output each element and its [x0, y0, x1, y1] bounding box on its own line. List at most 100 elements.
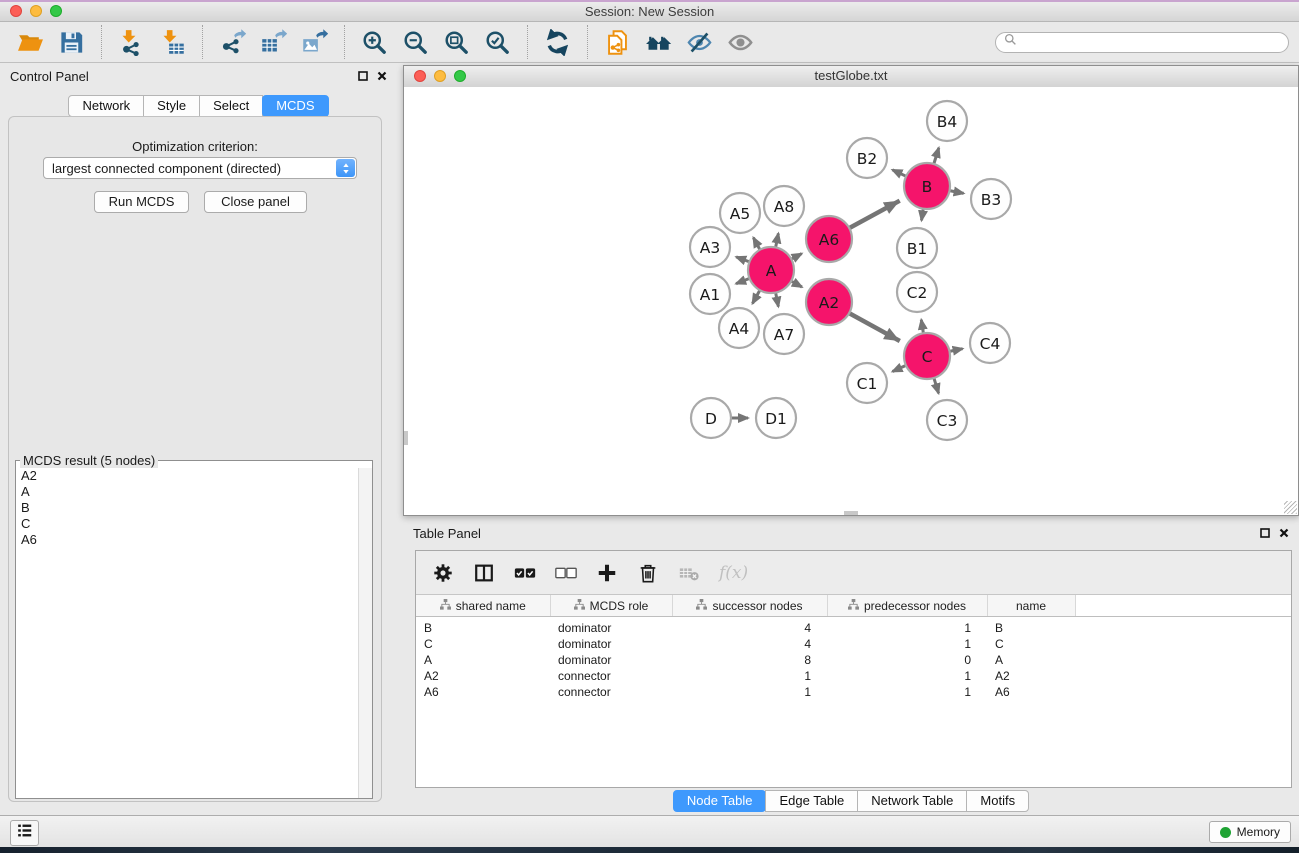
close-panel-button[interactable]: Close panel — [204, 191, 307, 213]
table-cell[interactable]: A — [416, 652, 550, 668]
network-maximize-button[interactable] — [454, 70, 466, 82]
table-cell[interactable]: 1 — [672, 668, 827, 684]
table-cell[interactable]: 1 — [827, 636, 987, 652]
tab-style[interactable]: Style — [143, 95, 200, 117]
table-cell[interactable]: C — [416, 636, 550, 652]
graph-edge-A-A6[interactable] — [791, 254, 801, 260]
home-icon[interactable] — [645, 29, 672, 56]
mcds-result-item[interactable]: A2 — [18, 468, 356, 484]
table-cell[interactable]: connector — [550, 684, 672, 700]
table-cell[interactable]: A6 — [987, 684, 1075, 700]
graph-node-A6[interactable]: A6 — [806, 216, 852, 262]
graph-node-B1[interactable]: B1 — [897, 228, 937, 268]
zoom-out-icon[interactable] — [402, 29, 429, 56]
graph-node-A3[interactable]: A3 — [690, 227, 730, 267]
table-row[interactable]: Bdominator41B — [416, 617, 1291, 637]
tab-network[interactable]: Network — [68, 95, 144, 117]
column-header-shared-name[interactable]: shared name — [416, 595, 550, 617]
float-panel-icon[interactable] — [358, 71, 368, 81]
mcds-result-item[interactable]: B — [18, 500, 356, 516]
network-from-file-icon[interactable] — [604, 29, 631, 56]
table-cell[interactable]: dominator — [550, 636, 672, 652]
table-cell[interactable]: B — [416, 617, 550, 637]
minimize-window-button[interactable] — [30, 5, 42, 17]
select-all-rows-icon[interactable] — [514, 562, 536, 584]
tab-mcds[interactable]: MCDS — [262, 95, 328, 117]
zoom-fit-icon[interactable] — [443, 29, 470, 56]
zoom-in-icon[interactable] — [361, 29, 388, 56]
run-mcds-button[interactable]: Run MCDS — [94, 191, 189, 213]
table-row[interactable]: Cdominator41C — [416, 636, 1291, 652]
export-image-icon[interactable] — [301, 29, 328, 56]
graph-edge-A-A2[interactable] — [791, 281, 802, 287]
graph-edge-B-B3[interactable] — [950, 191, 964, 194]
graph-edge-A-A8[interactable] — [776, 233, 779, 247]
table-cell[interactable]: B — [987, 617, 1075, 637]
graph-node-B3[interactable]: B3 — [971, 179, 1011, 219]
optimization-criterion-select[interactable]: largest connected component (directed) — [43, 157, 357, 179]
graph-node-C3[interactable]: C3 — [927, 400, 967, 440]
float-table-panel-icon[interactable] — [1260, 528, 1270, 538]
graph-node-B2[interactable]: B2 — [847, 138, 887, 178]
memory-button[interactable]: Memory — [1209, 821, 1291, 843]
show-hidden-icon[interactable] — [727, 29, 754, 56]
mcds-result-item[interactable]: A — [18, 484, 356, 500]
column-header-predecessor-nodes[interactable]: predecessor nodes — [827, 595, 987, 617]
graph-edge-C-C1[interactable] — [893, 365, 907, 371]
graph-edge-C-C3[interactable] — [934, 378, 939, 393]
graph-edge-C-C2[interactable] — [921, 320, 923, 334]
table-cell[interactable]: C — [987, 636, 1075, 652]
table-cell[interactable]: dominator — [550, 652, 672, 668]
import-table-icon[interactable] — [159, 29, 186, 56]
table-cell[interactable]: connector — [550, 668, 672, 684]
graph-node-A8[interactable]: A8 — [764, 186, 804, 226]
table-cell[interactable]: A2 — [416, 668, 550, 684]
table-cell[interactable]: 8 — [672, 652, 827, 668]
table-cell[interactable]: 4 — [672, 636, 827, 652]
graph-edge-A-A3[interactable] — [736, 257, 749, 262]
graph-node-A5[interactable]: A5 — [720, 193, 760, 233]
mcds-result-item[interactable]: C — [18, 516, 356, 532]
resize-grip[interactable] — [1284, 501, 1297, 514]
network-close-button[interactable] — [414, 70, 426, 82]
export-table-icon[interactable] — [260, 29, 287, 56]
graph-node-D[interactable]: D — [691, 398, 731, 438]
column-header-mcds-role[interactable]: MCDS role — [550, 595, 672, 617]
graph-node-A1[interactable]: A1 — [690, 274, 730, 314]
graph-edge-B-B1[interactable] — [922, 209, 924, 221]
network-graph[interactable]: B4B2BB3A8A5A6A3B1AC2A1A2A4A7C4CC1C3DD1 — [404, 87, 1298, 515]
graph-node-A2[interactable]: A2 — [806, 279, 852, 325]
import-network-icon[interactable] — [118, 29, 145, 56]
delete-columns-icon[interactable] — [637, 562, 659, 584]
network-canvas[interactable]: B4B2BB3A8A5A6A3B1AC2A1A2A4A7C4CC1C3DD1 — [404, 87, 1298, 515]
graph-node-A[interactable]: A — [748, 247, 794, 293]
table-cell[interactable]: dominator — [550, 617, 672, 637]
close-window-button[interactable] — [10, 5, 22, 17]
table-tab-edge-table[interactable]: Edge Table — [765, 790, 858, 812]
table-cell[interactable]: 0 — [827, 652, 987, 668]
tab-select[interactable]: Select — [199, 95, 263, 117]
maximize-window-button[interactable] — [50, 5, 62, 17]
table-cell[interactable]: 4 — [672, 617, 827, 637]
search-box[interactable] — [995, 32, 1289, 53]
table-cell[interactable]: 1 — [827, 617, 987, 637]
column-header-name[interactable]: name — [987, 595, 1075, 617]
graph-node-B4[interactable]: B4 — [927, 101, 967, 141]
mcds-result-item[interactable]: A6 — [18, 532, 356, 548]
table-cell[interactable]: 1 — [672, 684, 827, 700]
table-mode-icon[interactable] — [432, 562, 454, 584]
graph-edge-A2-C[interactable] — [849, 313, 900, 341]
graph-node-B[interactable]: B — [904, 163, 950, 209]
table-row[interactable]: A2connector11A2 — [416, 668, 1291, 684]
graph-node-D1[interactable]: D1 — [756, 398, 796, 438]
graph-edge-B-B4[interactable] — [934, 148, 939, 164]
network-window-titlebar[interactable]: testGlobe.txt — [404, 66, 1298, 88]
graph-edge-A-A1[interactable] — [736, 278, 750, 283]
graph-node-A7[interactable]: A7 — [764, 314, 804, 354]
graph-edge-C-C4[interactable] — [950, 349, 963, 352]
network-minimize-button[interactable] — [434, 70, 446, 82]
show-columns-icon[interactable] — [473, 562, 495, 584]
table-cell[interactable]: 1 — [827, 684, 987, 700]
close-table-panel-icon[interactable] — [1279, 528, 1289, 538]
add-column-icon[interactable] — [596, 562, 618, 584]
